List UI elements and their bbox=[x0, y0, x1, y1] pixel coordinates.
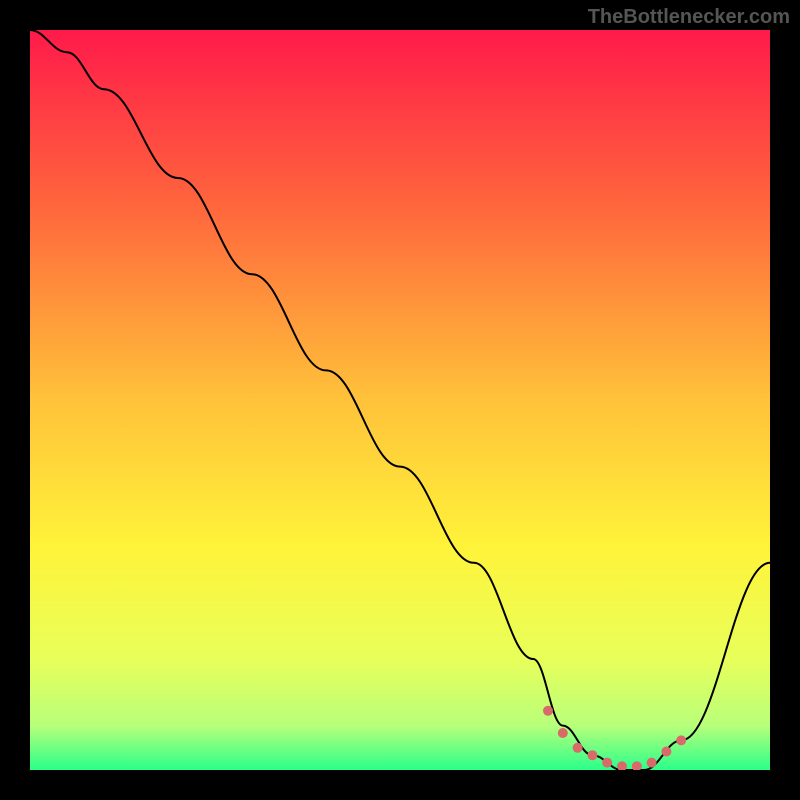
chart-svg bbox=[30, 30, 770, 770]
marker-point bbox=[676, 735, 686, 745]
marker-point bbox=[647, 758, 657, 768]
marker-point bbox=[602, 758, 612, 768]
marker-point bbox=[661, 747, 671, 757]
watermark-text: TheBottlenecker.com bbox=[588, 6, 790, 29]
marker-point bbox=[587, 750, 597, 760]
marker-point bbox=[558, 728, 568, 738]
chart-area bbox=[30, 30, 770, 770]
marker-point bbox=[543, 706, 553, 716]
chart-background bbox=[30, 30, 770, 770]
marker-point bbox=[573, 743, 583, 753]
